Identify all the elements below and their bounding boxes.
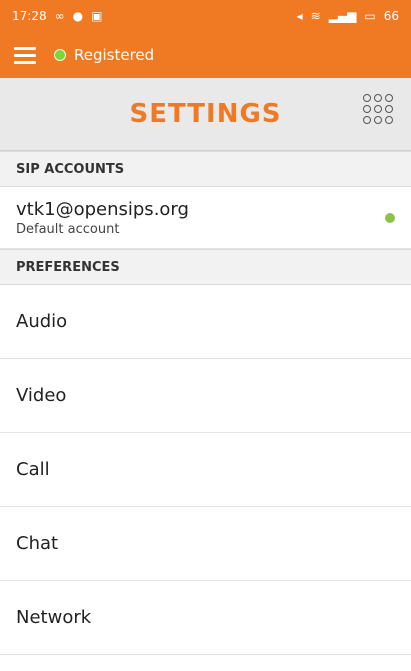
dialpad-icon[interactable]	[363, 94, 393, 124]
menu-icon[interactable]	[14, 46, 36, 64]
signal-icon: ▂▄▆	[328, 9, 357, 23]
battery-level: 66	[383, 9, 399, 23]
title-bar: SETTINGS	[0, 78, 411, 151]
section-sip-accounts: SIP ACCOUNTS	[0, 151, 411, 187]
account-subtitle: Default account	[16, 221, 120, 237]
section-preferences: PREFERENCES	[0, 249, 411, 285]
wifi-icon: ≋	[310, 9, 321, 23]
registration-label: Registered	[74, 46, 155, 64]
account-text: vtk1@opensips.org Default account	[16, 199, 189, 237]
status-right: ◂ ≋ ▂▄▆ ▭ 66	[297, 9, 399, 23]
infinity-icon: ∞	[54, 9, 65, 23]
chat-bubble-icon: ●	[72, 9, 84, 23]
pref-item-network[interactable]: Network	[0, 581, 411, 655]
registered-dot-icon	[54, 49, 66, 61]
pref-item-call[interactable]: Call	[0, 433, 411, 507]
volume-icon: ◂	[296, 9, 303, 23]
pref-item-video[interactable]: Video	[0, 359, 411, 433]
time: 17:28	[12, 9, 47, 23]
status-bar: 17:28 ∞ ● ▣ ◂ ≋ ▂▄▆ ▭ 66	[0, 0, 411, 32]
registration-status: Registered	[54, 46, 154, 64]
status-dot-icon	[385, 212, 395, 223]
status-left: 17:28 ∞ ● ▣	[12, 9, 102, 23]
pref-item-audio[interactable]: Audio	[0, 285, 411, 359]
pref-item-chat[interactable]: Chat	[0, 507, 411, 581]
account-item[interactable]: vtk1@opensips.org Default account	[0, 187, 411, 249]
battery-icon: ▭	[364, 9, 376, 23]
page-title: SETTINGS	[129, 99, 282, 129]
image-icon: ▣	[91, 9, 103, 23]
toolbar: Registered	[0, 32, 411, 78]
account-name: vtk1@opensips.org	[16, 198, 189, 220]
